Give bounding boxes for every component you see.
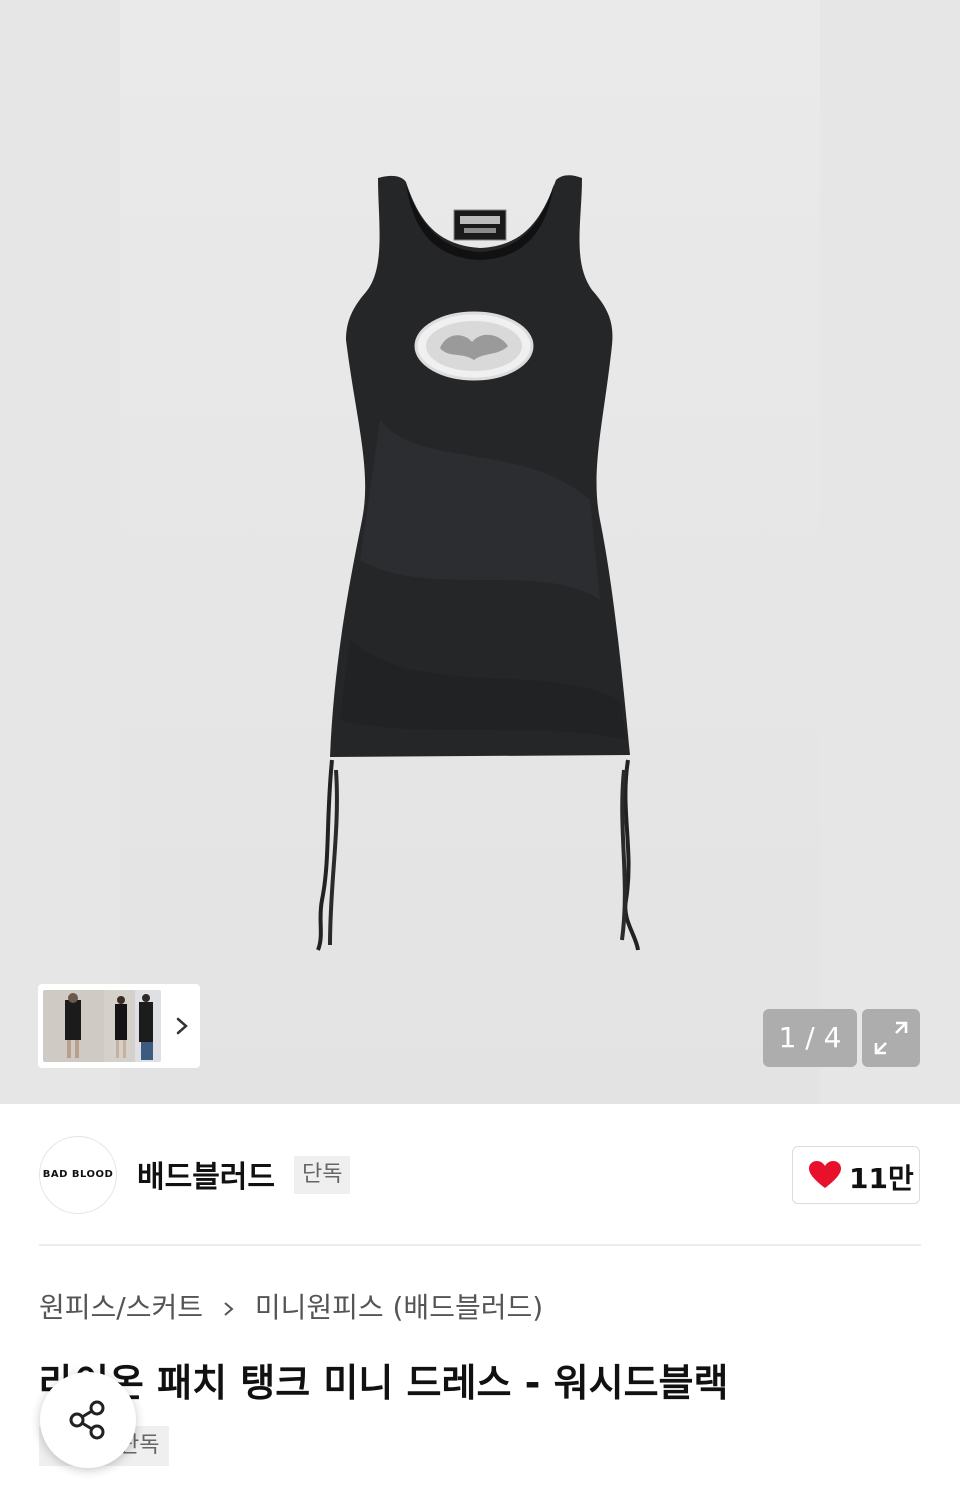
product-title: 라이온 패치 탱크 미니 드레스 - 워시드블랙	[39, 1361, 729, 1405]
product-image	[316, 175, 640, 951]
brand-name[interactable]: 배드블러드	[137, 1152, 275, 1196]
image-counter: 1 / 4	[763, 1009, 857, 1067]
product-gallery[interactable]: 1 / 4	[0, 0, 960, 1104]
chevron-right-icon[interactable]	[172, 1012, 192, 1040]
brand-logo[interactable]: BAD BLOOD	[39, 1136, 117, 1214]
breadcrumb-subcategory[interactable]: 미니원피스 (배드블러드)	[255, 1291, 543, 1324]
share-button[interactable]	[40, 1372, 136, 1468]
chevron-right-icon	[218, 1299, 240, 1319]
expand-button[interactable]	[862, 1009, 920, 1067]
like-button[interactable]: 11만	[792, 1146, 920, 1204]
thumbnail-strip[interactable]	[38, 984, 200, 1068]
share-icon	[69, 1400, 105, 1440]
thumbnail-image[interactable]	[104, 990, 138, 1062]
heart-icon	[809, 1161, 841, 1188]
breadcrumb: 원피스/스커트 미니원피스 (배드블러드)	[39, 1286, 543, 1326]
exclusive-badge: 단독	[294, 1156, 351, 1194]
like-count: 11만	[849, 1162, 914, 1195]
breadcrumb-category[interactable]: 원피스/스커트	[39, 1291, 203, 1324]
thumbnail-image[interactable]	[43, 990, 107, 1062]
divider	[39, 1244, 921, 1246]
expand-icon	[874, 1021, 908, 1055]
thumbnail-image[interactable]	[135, 990, 161, 1062]
